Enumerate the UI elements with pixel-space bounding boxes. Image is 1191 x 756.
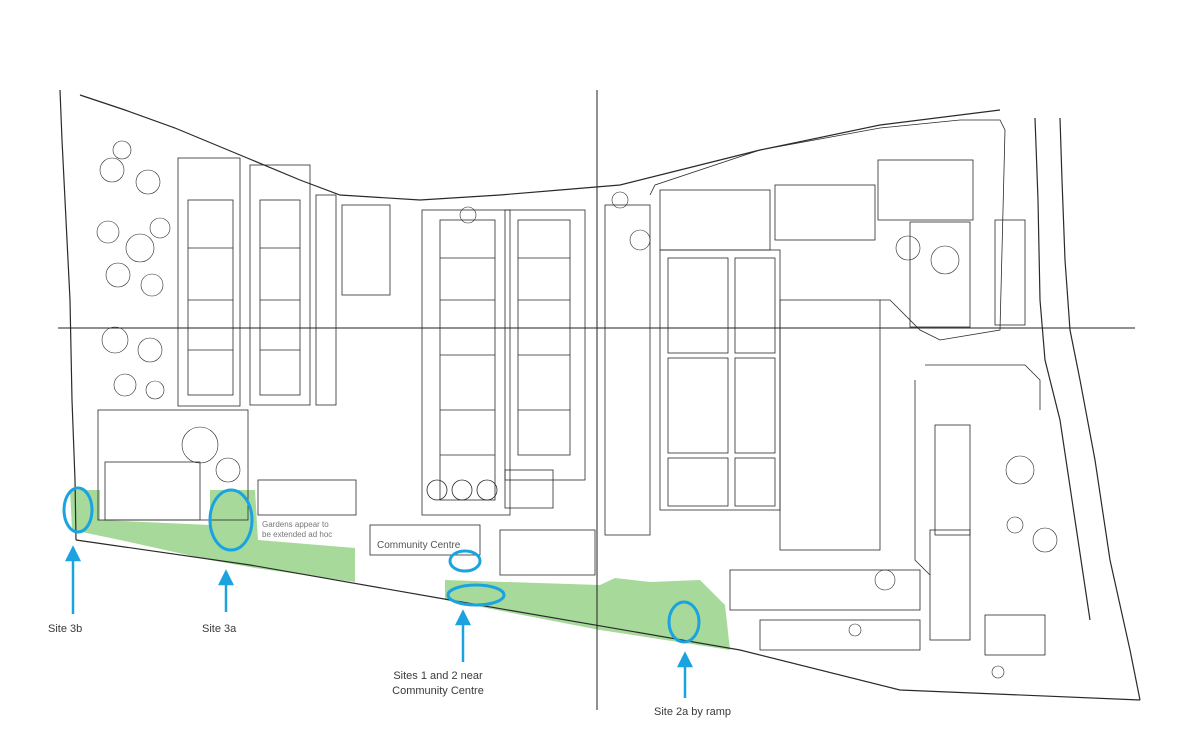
site-1-ring xyxy=(448,549,482,573)
sites-1-2-label-line1: Sites 1 and 2 near xyxy=(393,670,483,682)
sites-1-2-label-line2: Community Centre xyxy=(392,685,484,697)
site-3b-label: Site 3b xyxy=(48,623,83,635)
arrow-sites-1-2 xyxy=(454,609,472,662)
site-3a-label: Site 3a xyxy=(202,623,237,635)
grid-axes xyxy=(58,90,1135,710)
site-2a-label: Site 2a by ramp xyxy=(654,706,732,718)
gardens-note: Gardens appear to be extended ad hoc xyxy=(262,520,332,540)
arrow-site-3a xyxy=(217,569,235,612)
garden-strip-central xyxy=(445,578,730,650)
west-blocks xyxy=(97,157,357,521)
arrow-site-2a xyxy=(676,651,694,698)
east-blocks xyxy=(649,119,1046,656)
sites-1-2-label: Sites 1 and 2 near Community Centre xyxy=(384,669,492,699)
arrow-site-3b xyxy=(64,545,82,614)
gardens-note-line1: Gardens appear to xyxy=(262,520,329,529)
gardens-note-line2: be extended ad hoc xyxy=(262,530,333,539)
garden-areas xyxy=(70,490,730,650)
central-blocks xyxy=(341,204,651,576)
site-plan-map xyxy=(58,89,1141,710)
community-centre-label: Community Centre xyxy=(377,540,461,551)
